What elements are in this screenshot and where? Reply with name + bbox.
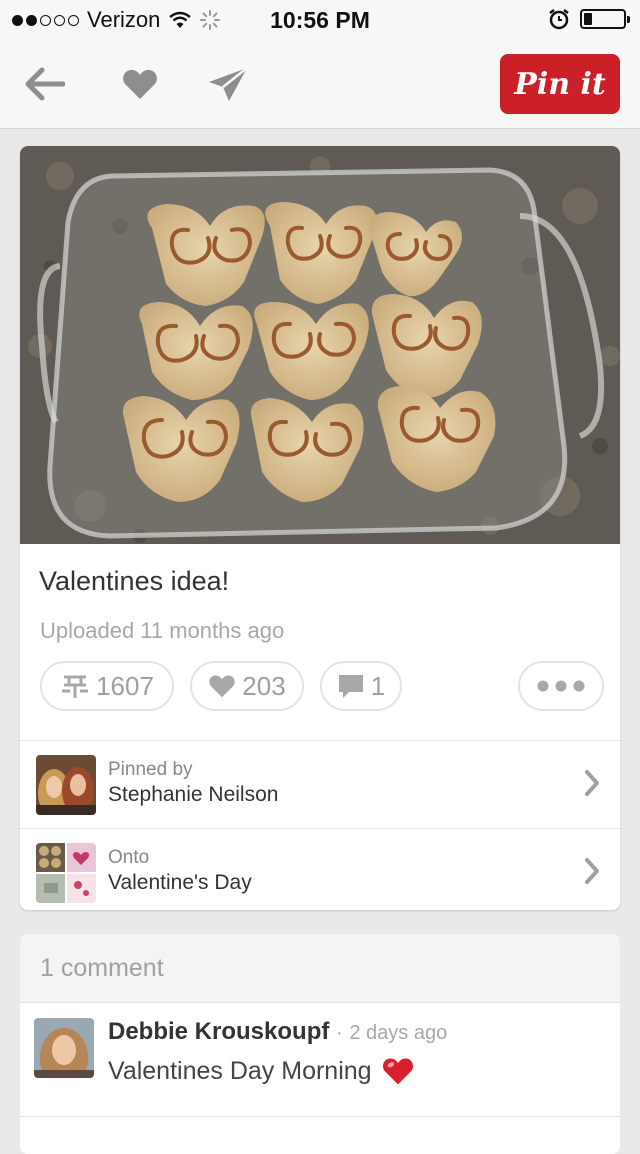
board-label: Onto [108,847,150,868]
board-name: Valentine's Day [108,871,252,894]
pin-upload-time: Uploaded 11 months ago [40,618,285,643]
red-heart-emoji-icon [382,1058,413,1085]
back-button[interactable] [20,62,68,106]
board-row[interactable]: Onto Valentine's Day [20,829,620,910]
battery-icon [580,9,630,29]
speech-bubble-icon [338,675,363,698]
heart-icon [209,675,235,698]
pin-title: Valentines idea! [39,566,230,596]
more-dots-icon [537,680,585,692]
pinner-avatar [36,755,96,815]
comments-count: 1 comment [40,954,164,982]
pushpin-icon [62,675,89,698]
commenter-name[interactable]: Debbie Krouskoupf [108,1018,329,1045]
divider [20,1116,620,1117]
pinner-name: Stephanie Neilson [108,783,279,806]
heart-icon [123,69,157,99]
pinned-by-row[interactable]: Pinned by Stephanie Neilson [20,741,620,827]
board-thumbnail [36,843,96,903]
status-right [548,8,630,30]
like-button[interactable] [116,62,164,106]
alarm-clock-icon [549,9,569,30]
pin-it-label: Pin it [514,66,606,102]
comment-header: Debbie Krouskoupf · 2 days ago [108,1018,447,1046]
like-count-button[interactable]: 203 [190,661,304,711]
pin-card: Valentines idea! Uploaded 11 months ago … [20,146,620,910]
comment-body: Valentines Day Morning [108,1056,414,1086]
more-options-button[interactable] [518,661,604,711]
chevron-right-icon [585,858,599,884]
pin-it-button[interactable]: Pin it [500,54,620,114]
paper-plane-icon [209,67,248,101]
send-button[interactable] [204,62,252,106]
like-count: 203 [242,670,286,701]
comments-card: 1 comment Debbie Krouskoupf · 2 days ago… [20,934,620,1154]
comment-text: Valentines Day Morning [108,1056,372,1085]
pin-image[interactable] [20,146,620,544]
comment-count: 1 [370,670,386,701]
status-time: 10:56 PM [270,7,370,33]
repin-count-button[interactable]: 1607 [40,661,174,711]
chevron-right-icon [585,770,599,796]
toolbar: Pin it [0,40,640,129]
status-bar: Verizon 10:56 PM [0,0,640,40]
commenter-avatar[interactable] [34,1018,94,1078]
comment-time: 2 days ago [349,1022,448,1044]
repin-count: 1607 [96,670,154,701]
comment-separator: · [336,1022,343,1044]
pinned-by-label: Pinned by [108,759,193,780]
comment-count-button[interactable]: 1 [320,661,402,711]
comments-header: 1 comment [20,934,620,1003]
back-arrow-icon [25,67,65,101]
